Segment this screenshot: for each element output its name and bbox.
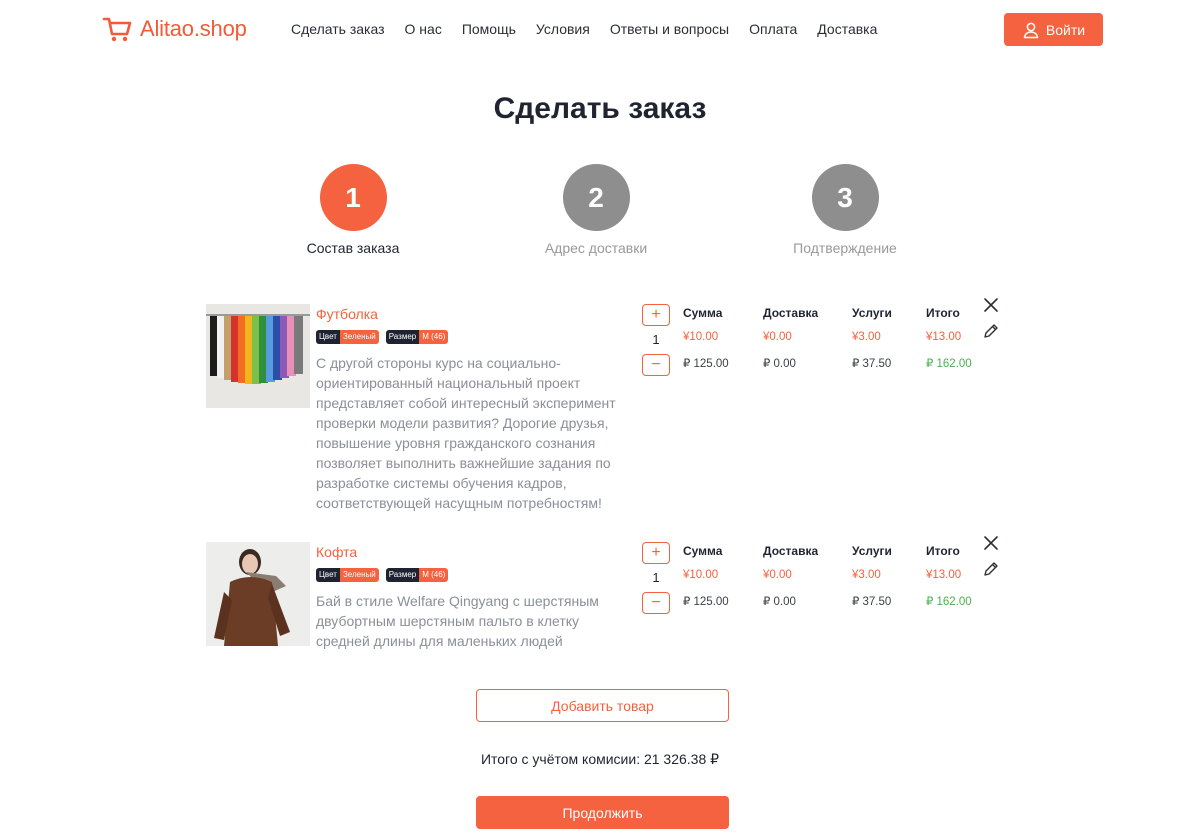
logo[interactable]: Alitao.shop (102, 14, 247, 44)
item-name[interactable]: Кофта (316, 544, 357, 560)
nav-link-delivery[interactable]: Доставка (817, 21, 877, 37)
services-column: Услуги ¥3.00 ₽ 37.50 (852, 306, 932, 370)
tag-value: М (46) (419, 568, 449, 582)
delivery-column: Доставка ¥0.00 ₽ 0.00 (763, 306, 843, 370)
item-actions (982, 296, 1000, 348)
step-order-composition[interactable]: 1 Состав заказа (273, 164, 433, 256)
size-tag: Размер М (46) (385, 330, 449, 344)
price-rub: ₽ 37.50 (852, 358, 892, 370)
sum-column: Сумма ¥10.00 ₽ 125.00 (683, 306, 763, 370)
price-rub: ₽ 162.00 (926, 358, 972, 370)
step-label: Состав заказа (306, 240, 400, 256)
step-delivery-address[interactable]: 2 Адрес доставки (516, 164, 676, 256)
step-number: 2 (562, 164, 630, 231)
item-tags: Цвет Зеленый Размер М (46) (316, 568, 449, 582)
size-tag: Размер М (46) (385, 568, 449, 582)
nav-link-faq[interactable]: Ответы и вопросы (610, 21, 729, 37)
tag-value: М (46) (419, 330, 449, 344)
tag-key: Размер (385, 568, 420, 582)
tag-key: Цвет (316, 568, 340, 582)
column-header: Сумма (683, 306, 723, 320)
services-column: Услуги ¥3.00 ₽ 37.50 (852, 544, 932, 608)
nav-link-terms[interactable]: Условия (536, 21, 590, 37)
item-description: Бай в стиле Welfare Qingyang с шерстяным… (316, 593, 599, 649)
continue-button[interactable]: Продолжить (476, 796, 729, 829)
column-header: Услуги (852, 306, 892, 320)
login-label: Войти (1045, 21, 1086, 38)
column-header: Услуги (852, 544, 892, 558)
quantity-stepper: + 1 − (642, 304, 670, 376)
price-rub: ₽ 0.00 (763, 358, 796, 370)
tag-key: Цвет (316, 330, 340, 344)
quantity-stepper: + 1 − (642, 542, 670, 614)
pencil-icon[interactable] (982, 560, 1000, 578)
price-cny: ¥10.00 (683, 569, 719, 581)
close-icon[interactable] (982, 534, 1000, 552)
color-tag: Цвет Зеленый (316, 568, 379, 582)
step-number: 3 (811, 164, 879, 231)
column-header: Доставка (763, 306, 819, 320)
pencil-icon[interactable] (982, 322, 1000, 340)
item-description: С другой стороны курс на социально-ориен… (316, 355, 616, 511)
price-rub: ₽ 125.00 (683, 596, 729, 608)
item-actions (982, 534, 1000, 586)
step-number: 1 (319, 164, 387, 231)
logo-text: Alitao.shop (140, 16, 247, 41)
minus-icon[interactable]: − (642, 592, 670, 614)
tag-value: Зеленый (339, 330, 379, 344)
login-button[interactable]: Войти (1004, 13, 1103, 46)
price-cny: ¥3.00 (852, 569, 881, 581)
nav-link-payment[interactable]: Оплата (749, 21, 797, 37)
plus-icon[interactable]: + (642, 304, 670, 326)
product-image-sweater[interactable] (206, 542, 310, 646)
price-rub: ₽ 0.00 (763, 596, 796, 608)
main-nav: Сделать заказ О нас Помощь Условия Ответ… (291, 21, 877, 37)
price-cny: ¥10.00 (683, 331, 719, 343)
add-item-button[interactable]: Добавить товар (476, 689, 729, 722)
color-tag: Цвет Зеленый (316, 330, 379, 344)
price-cny: ¥3.00 (852, 331, 881, 343)
quantity-value: 1 (652, 570, 660, 585)
site-header: Alitao.shop Сделать заказ О нас Помощь У… (0, 0, 1200, 60)
price-cny: ¥0.00 (763, 331, 792, 343)
step-label: Подтверждение (793, 240, 897, 256)
tag-key: Размер (385, 330, 420, 344)
nav-link-help[interactable]: Помощь (462, 21, 516, 37)
order-total: Итого с учётом комисии: 21 326.38 ₽ (480, 751, 720, 767)
item-name[interactable]: Футболка (316, 306, 378, 322)
nav-link-order[interactable]: Сделать заказ (291, 21, 385, 37)
column-header: Доставка (763, 544, 819, 558)
step-label: Адрес доставки (544, 240, 648, 256)
nav-link-about[interactable]: О нас (405, 21, 442, 37)
price-rub: ₽ 162.00 (926, 596, 972, 608)
column-header: Сумма (683, 544, 723, 558)
cart-icon (102, 17, 132, 42)
delivery-column: Доставка ¥0.00 ₽ 0.00 (763, 544, 843, 608)
price-cny: ¥0.00 (763, 569, 792, 581)
quantity-value: 1 (652, 332, 660, 347)
user-icon (1023, 22, 1039, 38)
page-title: Сделать заказ (493, 92, 707, 125)
product-image-tshirts[interactable] (206, 304, 310, 408)
item-tags: Цвет Зеленый Размер М (46) (316, 330, 449, 344)
close-icon[interactable] (982, 296, 1000, 314)
sum-column: Сумма ¥10.00 ₽ 125.00 (683, 544, 763, 608)
tag-value: Зеленый (339, 568, 379, 582)
price-rub: ₽ 125.00 (683, 358, 729, 370)
minus-icon[interactable]: − (642, 354, 670, 376)
step-confirmation[interactable]: 3 Подтверждение (765, 164, 925, 256)
plus-icon[interactable]: + (642, 542, 670, 564)
price-rub: ₽ 37.50 (852, 596, 892, 608)
